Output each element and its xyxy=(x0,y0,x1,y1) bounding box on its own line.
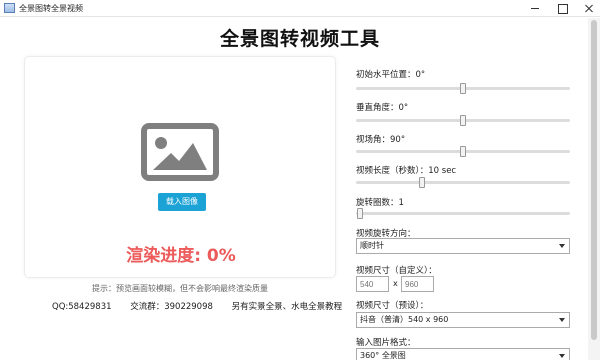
fov-label: 视场角：90° xyxy=(356,135,406,145)
duration-slider-thumb[interactable] xyxy=(419,177,426,188)
scrollbar-thumb[interactable] xyxy=(591,20,597,340)
window-scrollbar[interactable] xyxy=(588,18,600,360)
fov-slider[interactable] xyxy=(356,146,570,157)
preset-size-label: 视频尺寸（预设）： xyxy=(356,301,429,311)
render-progress-text: 渲染进度: 0% xyxy=(126,246,236,266)
close-button[interactable] xyxy=(582,2,596,14)
duration-label: 视频长度（秒数）：10 sec xyxy=(356,166,457,176)
duration-slider[interactable] xyxy=(356,177,570,188)
page-title: 全景图转视频工具 xyxy=(219,28,380,50)
size-separator: x xyxy=(393,279,398,288)
vertical-angle-label: 垂直角度：0° xyxy=(356,103,409,113)
load-image-button[interactable]: 载入图像 xyxy=(158,193,206,211)
app-icon xyxy=(4,3,15,13)
video-width-input[interactable] xyxy=(356,276,389,292)
window-title: 全景图转全景视频 xyxy=(19,4,83,13)
chevron-down-icon xyxy=(559,354,565,358)
rotations-slider[interactable] xyxy=(356,208,570,219)
input-format-select-value: 360° 全景图 xyxy=(360,351,406,360)
preview-panel: 载入图像 渲染进度: 0% xyxy=(24,56,336,278)
minimize-button[interactable] xyxy=(528,2,542,14)
custom-size-label: 视频尺寸（自定义）： xyxy=(356,266,437,276)
tutorial-note: 另有实景全景、水电全景教程 xyxy=(231,302,343,312)
video-height-input[interactable] xyxy=(401,276,434,292)
vertical-angle-slider[interactable] xyxy=(356,115,570,126)
preview-hint: 提示：预览画面较模糊，但不会影响最终渲染质量 xyxy=(92,284,268,293)
image-placeholder-icon xyxy=(141,123,219,181)
preset-size-select[interactable]: 抖音（普清）540 x 960 xyxy=(356,312,570,328)
maximize-button[interactable] xyxy=(555,2,569,14)
direction-select[interactable]: 顺时针 xyxy=(356,238,570,254)
start-angle-slider[interactable] xyxy=(356,83,570,94)
qq-number: QQ:58429831 xyxy=(52,302,112,312)
vertical-angle-slider-thumb[interactable] xyxy=(460,115,466,126)
rotations-slider-thumb[interactable] xyxy=(357,208,364,219)
input-format-select[interactable]: 360° 全景图 xyxy=(356,348,570,360)
fov-slider-thumb[interactable] xyxy=(460,146,466,157)
chevron-down-icon xyxy=(559,244,565,248)
rotations-label: 旋转圈数：1 xyxy=(356,198,404,208)
start-angle-slider-thumb[interactable] xyxy=(460,83,466,94)
input-format-label: 输入图片格式： xyxy=(356,338,416,348)
contact-line: QQ:58429831 交流群：390229098 另有实景全景、水电全景教程 xyxy=(52,300,358,312)
chevron-down-icon xyxy=(559,318,565,322)
preset-size-select-value: 抖音（普清）540 x 960 xyxy=(360,315,449,324)
group-number: 交流群：390229098 xyxy=(130,302,213,312)
direction-select-value: 顺时针 xyxy=(360,241,384,250)
start-angle-label: 初始水平位置：0° xyxy=(356,70,426,80)
title-bar: 全景图转全景视频 xyxy=(0,0,600,17)
